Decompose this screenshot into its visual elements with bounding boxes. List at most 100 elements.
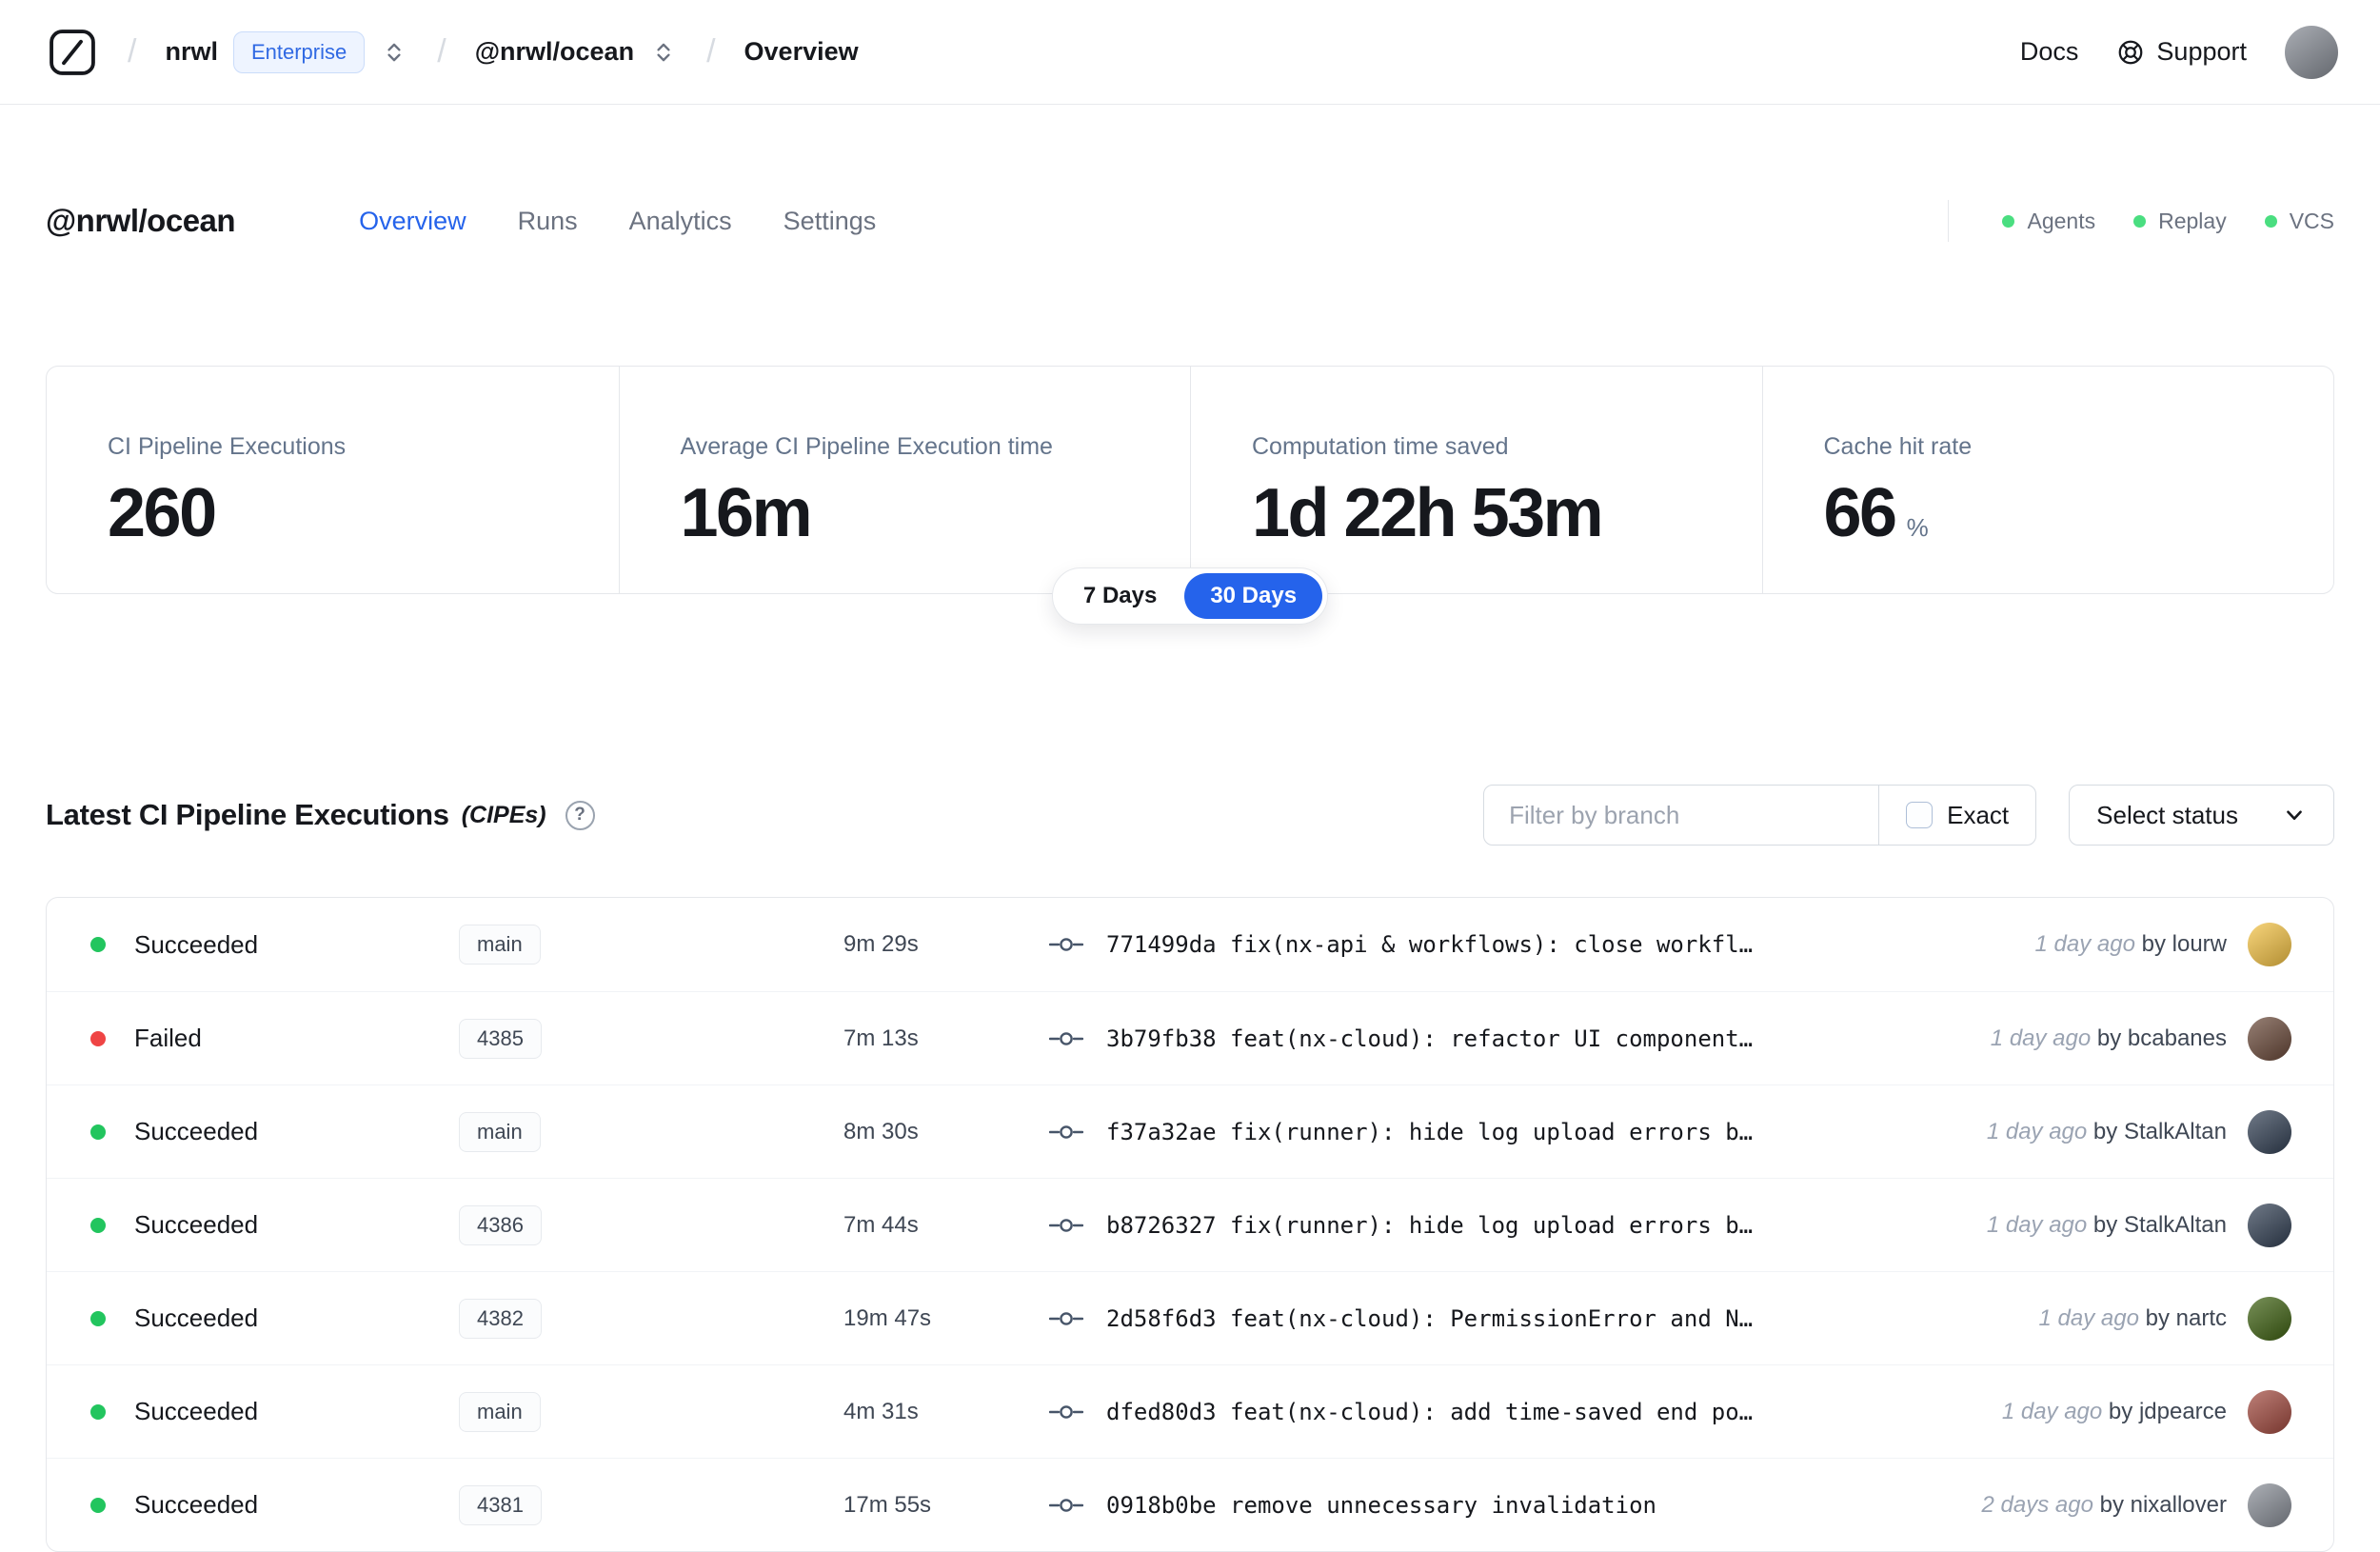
stat-card-executions: CI Pipeline Executions 260 [47,367,619,593]
commit-hash: 3b79fb38 [1106,1025,1217,1052]
range-7-days-button[interactable]: 7 Days [1058,573,1182,619]
range-30-days-button[interactable]: 30 Days [1184,573,1323,619]
tab-analytics[interactable]: Analytics [629,207,732,236]
status-cell: Succeeded [47,1397,459,1426]
status-select-button[interactable]: Select status [2069,785,2334,846]
org-name[interactable]: nrwl [165,37,218,67]
meta-text: 1 day ago by nartc [2039,1305,2227,1332]
table-row[interactable]: Succeeded main 8m 30s f37a32ae fix(runne… [47,1084,2333,1178]
branch-cell: 4382 [459,1298,843,1339]
author-avatar [2248,1296,2291,1341]
status-label: Succeeded [134,1210,259,1239]
status-select-label: Select status [2096,800,2238,829]
section-title: Latest CI Pipeline Executions [46,798,449,831]
duration-cell: 4m 31s [843,1398,919,1424]
workspace-switcher-button[interactable] [649,38,678,67]
commit-text: dfed80d3 feat(nx-cloud): add time-saved … [1106,1399,1753,1425]
help-icon[interactable]: ? [565,800,595,830]
stat-value: 260 [108,475,217,551]
docs-link[interactable]: Docs [2020,37,2079,67]
stat-value: 66 % [1823,475,1929,551]
commit-cell: b8726327 fix(runner): hide log upload er… [1049,1212,1987,1239]
tab-settings[interactable]: Settings [783,207,877,236]
table-row[interactable]: Succeeded 4386 7m 44s b8726327 fix(runne… [47,1178,2333,1271]
commit-text: f37a32ae fix(runner): hide log upload er… [1106,1119,1753,1145]
status-cell: Failed [47,1024,459,1053]
time-ago: 1 day ago [2034,931,2135,957]
support-label: Support [2156,37,2247,66]
exact-checkbox[interactable] [1906,802,1934,828]
tab-overview[interactable]: Overview [359,207,466,236]
git-commit-icon [1049,1027,1083,1050]
git-commit-icon [1049,1214,1083,1237]
branch-badge: main [459,925,541,965]
time-ago: 1 day ago [2038,1304,2139,1331]
meta-cell: 2 days ago by nixallover [1982,1482,2334,1527]
commit-cell: 2d58f6d3 feat(nx-cloud): PermissionError… [1049,1305,2039,1332]
branch-badge: 4386 [459,1204,542,1245]
org-switcher-button[interactable] [380,38,408,67]
status-vcs[interactable]: VCS [2264,209,2334,234]
stat-suffix: % [1906,513,1929,542]
stat-label: Cache hit rate [1823,433,1973,460]
commit-hash: dfed80d3 [1106,1398,1217,1425]
commit-message: feat(nx-cloud): add time-saved end po… [1230,1398,1754,1425]
user-avatar[interactable] [2285,25,2338,79]
time-ago: 1 day ago [1990,1025,2092,1051]
stat-label: Average CI Pipeline Execution time [680,433,1053,460]
nx-cloud-logo[interactable] [46,26,99,79]
branch-filter-input[interactable] [1484,786,1879,845]
breadcrumb-current-page: Overview [744,37,859,66]
top-navbar: / nrwl Enterprise / @nrwl/ocean / Overvi… [0,0,2380,105]
table-row[interactable]: Failed 4385 7m 13s 3b79fb38 feat(nx-clou… [47,991,2333,1084]
exact-match-toggle[interactable]: Exact [1878,786,2035,845]
time-ago: 1 day ago [1986,1118,2088,1144]
support-link[interactable]: Support [2116,37,2247,67]
commit-cell: 771499da fix(nx-api & workflows): close … [1049,931,2035,958]
page-title: @nrwl/ocean [46,203,236,238]
meta-cell: 1 day ago by jdpearce [2001,1389,2333,1434]
branch-filter-group: Exact [1483,785,2037,846]
tab-runs[interactable]: Runs [518,207,578,236]
table-row[interactable]: Succeeded main 4m 31s dfed80d3 feat(nx-c… [47,1364,2333,1458]
status-replay[interactable]: Replay [2133,209,2227,234]
status-dot [90,1497,106,1513]
branch-badge: main [459,1111,541,1152]
workspace-name[interactable]: @nrwl/ocean [475,37,634,67]
stat-card-time-saved: Computation time saved 1d 22h 53m [1190,367,1762,593]
meta-text: 1 day ago by lourw [2035,931,2227,958]
breadcrumb-workspace: @nrwl/ocean [475,37,678,67]
vertical-divider [1948,200,1950,242]
meta-cell: 1 day ago by lourw [2035,923,2333,966]
status-label: Succeeded [134,929,259,959]
status-label: Failed [134,1024,202,1052]
status-replay-label: Replay [2158,208,2227,233]
status-agents[interactable]: Agents [2002,209,2095,234]
meta-cell: 1 day ago by nartc [2039,1296,2333,1341]
meta-text: 1 day ago by StalkAltan [1987,1119,2227,1145]
time-ago: 1 day ago [1986,1211,2088,1238]
duration-cell: 17m 55s [843,1491,932,1518]
commit-message: fix(runner): hide log upload errors b… [1230,1118,1754,1145]
author-avatar [2248,1389,2291,1434]
commit-text: 2d58f6d3 feat(nx-cloud): PermissionError… [1106,1305,1753,1332]
nx-cloud-logo-icon [50,29,95,75]
table-row[interactable]: Succeeded main 9m 29s 771499da fix(nx-ap… [47,898,2333,991]
table-row[interactable]: Succeeded 4382 19m 47s 2d58f6d3 feat(nx-… [47,1271,2333,1364]
table-row[interactable]: Succeeded 4381 17m 55s 0918b0be remove u… [47,1458,2333,1551]
duration-cell: 8m 30s [843,1118,919,1144]
commit-text: 3b79fb38 feat(nx-cloud): refactor UI com… [1106,1025,1753,1052]
branch-cell: main [459,925,843,965]
status-label: Succeeded [134,1117,259,1145]
git-commit-icon [1049,1121,1083,1144]
breadcrumb: / nrwl Enterprise / @nrwl/ocean / Overvi… [46,26,859,79]
git-commit-icon [1049,1401,1083,1423]
time-ago: 1 day ago [2001,1398,2103,1424]
branch-badge: 4382 [459,1298,542,1339]
commit-hash: f37a32ae [1106,1118,1217,1145]
commit-message: feat(nx-cloud): PermissionError and N… [1230,1304,1754,1332]
meta-text: 1 day ago by bcabanes [1991,1025,2227,1052]
green-status-dot [2133,214,2147,228]
date-range-toggle-wrap: 7 Days 30 Days [46,567,2334,625]
status-agents-label: Agents [2027,208,2096,233]
